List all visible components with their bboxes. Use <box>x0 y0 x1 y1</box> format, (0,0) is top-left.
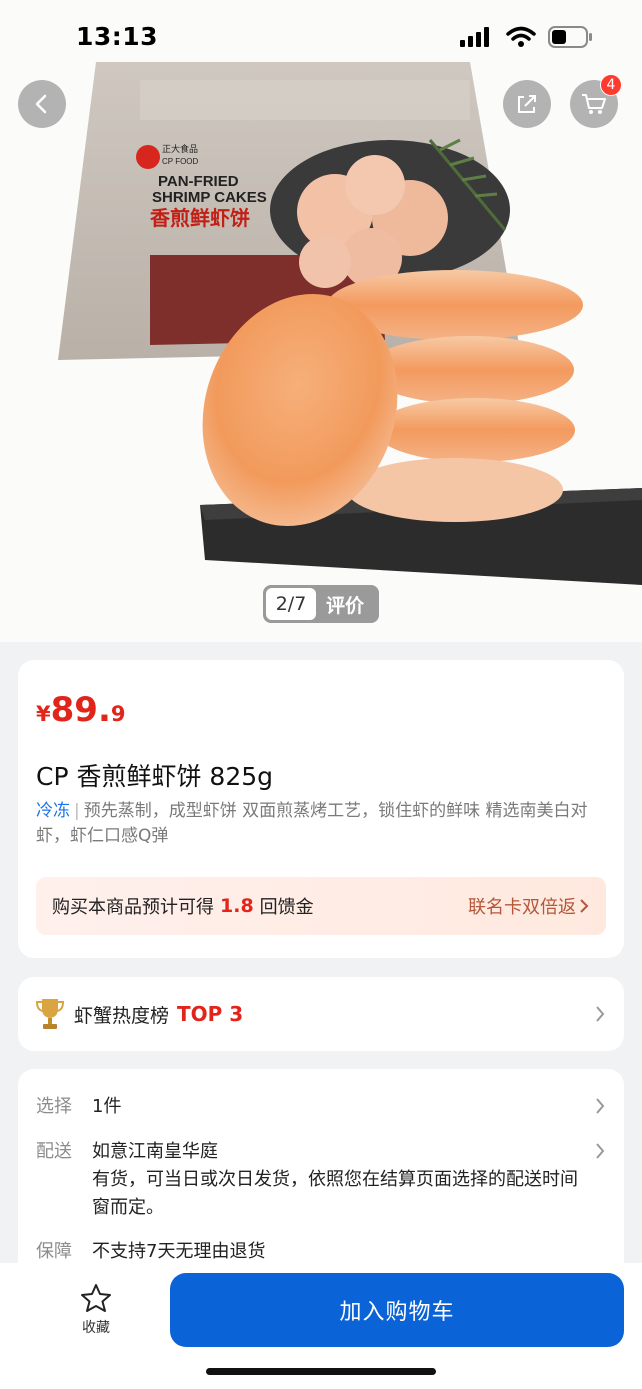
cobrand-card-label: 联名卡双倍返 <box>468 897 576 918</box>
battery-icon <box>548 26 592 48</box>
price: ¥ 89. 9 <box>36 690 125 730</box>
chevron-right-icon <box>580 899 589 913</box>
select-key: 选择 <box>36 1096 72 1117</box>
delivery-key: 配送 <box>36 1141 72 1162</box>
bottom-action-bar: 收藏 加入购物车 <box>0 1263 642 1389</box>
image-pager[interactable]: 2/7 评价 <box>263 585 379 623</box>
svg-text:香煎鲜虾饼: 香煎鲜虾饼 <box>150 206 250 230</box>
cobrand-card-link[interactable]: 联名卡双倍返 <box>468 893 590 919</box>
product-image-carousel[interactable]: 正大食品 CP FOOD PAN-FRIED SHRIMP CAKES 香煎鲜虾… <box>0 0 642 642</box>
status-time: 13:13 <box>76 22 159 51</box>
product-info-card: ¥ 89. 9 CP 香煎鲜虾饼 825g 冷冻 | 预先蒸制，成型虾饼 双面煎蒸烤… <box>18 660 624 958</box>
star-icon <box>81 1284 111 1312</box>
guarantee-value: 不支持7天无理由退货 <box>92 1241 266 1262</box>
signal-icon <box>460 27 489 47</box>
description-text: 预先蒸制，成型虾饼 双面煎蒸烤工艺，锁住虾的鲜味 精选南美白对虾，虾仁口感Q弹 <box>36 801 588 846</box>
favorite-label: 收藏 <box>82 1320 110 1336</box>
share-button[interactable] <box>503 80 551 128</box>
add-to-cart-button[interactable]: 加入购物车 <box>170 1273 624 1347</box>
select-row[interactable]: 选择 1件 <box>36 1093 606 1121</box>
trophy-icon <box>36 999 64 1029</box>
chevron-left-icon <box>35 94 47 114</box>
wifi-icon <box>506 26 536 47</box>
rebate-amount: 1.8 <box>220 895 254 917</box>
shopping-cart-icon <box>582 94 606 114</box>
guarantee-row[interactable]: 保障 不支持7天无理由退货 <box>36 1238 606 1266</box>
chevron-right-icon <box>596 1143 605 1159</box>
rebate-unit: 回馈金 <box>259 897 314 918</box>
spec-card: 选择 1件 配送 如意江南皇华庭 有货，可当日或次日发货，依照您在结算页面选择的… <box>18 1069 624 1289</box>
ranking-card[interactable]: 虾蟹热度榜 TOP 3 <box>18 977 624 1051</box>
delivery-info: 如意江南皇华庭 有货，可当日或次日发货，依照您在结算页面选择的配送时间窗而定。 <box>92 1138 606 1222</box>
ranking-position: TOP 3 <box>177 1002 244 1026</box>
cart-count-badge: 4 <box>600 74 622 96</box>
divider: | <box>74 801 80 821</box>
frozen-tag: 冷冻 <box>36 801 70 821</box>
favorite-button[interactable]: 收藏 <box>60 1283 132 1337</box>
delivery-row[interactable]: 配送 如意江南皇华庭 有货，可当日或次日发货，依照您在结算页面选择的配送时间窗而… <box>36 1138 606 1222</box>
svg-text:PAN-FRIED: PAN-FRIED <box>158 173 239 190</box>
ranking-label: 虾蟹热度榜 <box>74 1004 170 1027</box>
product-description: 冷冻 | 预先蒸制，成型虾饼 双面煎蒸烤工艺，锁住虾的鲜味 精选南美白对虾，虾仁口感… <box>36 799 606 849</box>
status-bar: 13:13 <box>0 0 642 70</box>
back-button[interactable] <box>18 80 66 128</box>
product-title: CP 香煎鲜虾饼 825g <box>36 762 274 791</box>
price-decimal: 9 <box>110 702 126 726</box>
delivery-address: 如意江南皇华庭 <box>92 1141 218 1162</box>
rebate-text: 购买本商品预计可得 <box>52 897 214 918</box>
select-value: 1件 <box>92 1096 122 1117</box>
chevron-right-icon <box>596 1006 605 1022</box>
price-integer: 89. <box>50 690 111 730</box>
guarantee-key: 保障 <box>36 1241 72 1262</box>
rebate-banner[interactable]: 购买本商品预计可得 1.8 回馈金 联名卡双倍返 <box>36 877 606 935</box>
price-currency: ¥ <box>36 702 51 726</box>
package-brand-text: 正大食品 <box>162 143 198 154</box>
home-indicator <box>206 1368 436 1375</box>
svg-text:SHRIMP CAKES: SHRIMP CAKES <box>152 189 267 206</box>
chevron-right-icon <box>596 1098 605 1114</box>
cart-button[interactable]: 4 <box>570 74 622 128</box>
share-icon <box>518 95 536 113</box>
delivery-note: 有货，可当日或次日发货，依照您在结算页面选择的配送时间窗而定。 <box>92 1169 578 1218</box>
svg-text:CP FOOD: CP FOOD <box>162 157 199 166</box>
reviews-link[interactable]: 评价 <box>326 591 364 618</box>
image-index: 2/7 <box>266 588 316 620</box>
